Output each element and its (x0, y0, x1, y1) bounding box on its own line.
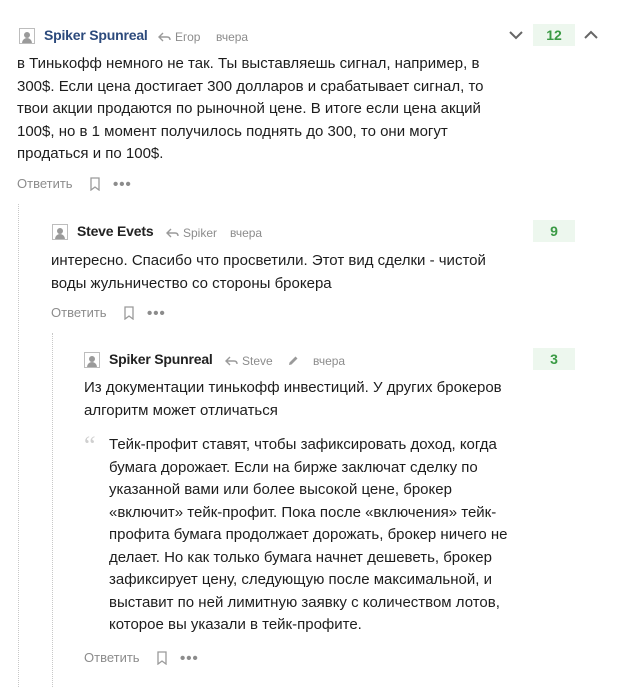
comment-line: в Тинькофф немного не так. Ты выставляеш… (17, 55, 480, 72)
comment-time: вчера (216, 30, 249, 44)
more-dots-icon[interactable]: ••• (147, 306, 166, 321)
avatar-body (55, 234, 65, 239)
avatar-body (87, 362, 97, 367)
reply-to[interactable]: Steve (225, 354, 273, 368)
avatar[interactable] (52, 224, 68, 240)
comment-line: интересно. Спасибо что просветили. Этот … (51, 252, 486, 269)
reply-to-name: Spiker (183, 226, 218, 240)
edit-pencil-icon (289, 356, 298, 365)
reply-to[interactable]: Егор (158, 30, 200, 44)
reply-to-name: Егор (175, 30, 201, 44)
reply-arrow-icon (225, 356, 238, 366)
quote-line: выставит по ней лимитную заявку с количе… (109, 593, 500, 611)
avatar[interactable] (19, 28, 35, 44)
comment-body: интересно. Спасибо что просветили. Этот … (51, 250, 611, 295)
quote-line: «включит» тейк-профит. Пока после «включ… (109, 503, 497, 521)
bookmark-icon[interactable] (89, 177, 101, 191)
reply-arrow-icon (166, 228, 179, 238)
thread-line (18, 204, 19, 687)
score-badge: 9 (533, 220, 575, 242)
bookmark-icon[interactable] (156, 651, 168, 665)
quote-mark-icon: “ (84, 431, 96, 460)
comment-author[interactable]: Steve Evets (77, 223, 154, 239)
chevron-up-icon[interactable] (583, 27, 599, 43)
reply-button[interactable]: Ответить (51, 305, 107, 320)
bookmark-icon[interactable] (123, 306, 135, 320)
comment-body: Из документации тинькофф инвестиций. У д… (84, 377, 614, 422)
comment-author[interactable]: Spiker Spunreal (44, 27, 148, 43)
quote-line: профита бумага продолжает дорожать, брок… (109, 526, 508, 543)
quote-line: бумага дорожает. Если на бирже заключат … (109, 458, 478, 476)
reply-to-name: Steve (242, 354, 273, 368)
comment-line: воды жульничество со стороны брокера (51, 274, 332, 292)
quote-line: указанной вами или более высокой цене, б… (109, 481, 452, 498)
reply-arrow-icon (158, 32, 171, 42)
avatar-body (22, 38, 32, 43)
reply-button[interactable]: Ответить (17, 176, 73, 191)
quote-line: которое вы указали в тейк-профите. (109, 616, 362, 633)
quote-line: делает. Но как только бумага начнет деше… (109, 548, 492, 566)
avatar[interactable] (84, 352, 100, 368)
comment-time: вчера (230, 226, 263, 240)
comment-author[interactable]: Spiker Spunreal (109, 351, 213, 367)
comment-time: вчера (313, 354, 346, 368)
chevron-down-icon[interactable] (508, 27, 524, 43)
comment-line: 300$. Если цена достигает 300 долларов и… (17, 77, 484, 95)
comment-line: Из документации тинькофф инвестиций. У д… (84, 379, 502, 396)
comment-body: в Тинькофф немного не так. Ты выставляеш… (17, 53, 607, 166)
score-badge: 3 (533, 348, 575, 370)
blockquote: Тейк-профит ставят, чтобы зафиксировать … (109, 434, 609, 637)
score-badge: 12 (533, 24, 575, 46)
comment-line: 100$, но в 1 момент получилось поднять д… (17, 122, 448, 140)
comment-line: алгоритм может отличаться (84, 401, 278, 419)
reply-button[interactable]: Ответить (84, 650, 140, 665)
quote-line: зафиксирует цену, следующую после максим… (109, 571, 492, 588)
thread-line (52, 333, 53, 687)
more-dots-icon[interactable]: ••• (113, 177, 132, 192)
quote-line: Тейк-профит ставят, чтобы зафиксировать … (109, 436, 497, 453)
comment-line: продаться и по 100$. (17, 145, 164, 162)
reply-to[interactable]: Spiker (166, 226, 217, 240)
more-dots-icon[interactable]: ••• (180, 651, 199, 666)
comment-line: твои акции продаются по рыночной цене. В… (17, 100, 481, 117)
